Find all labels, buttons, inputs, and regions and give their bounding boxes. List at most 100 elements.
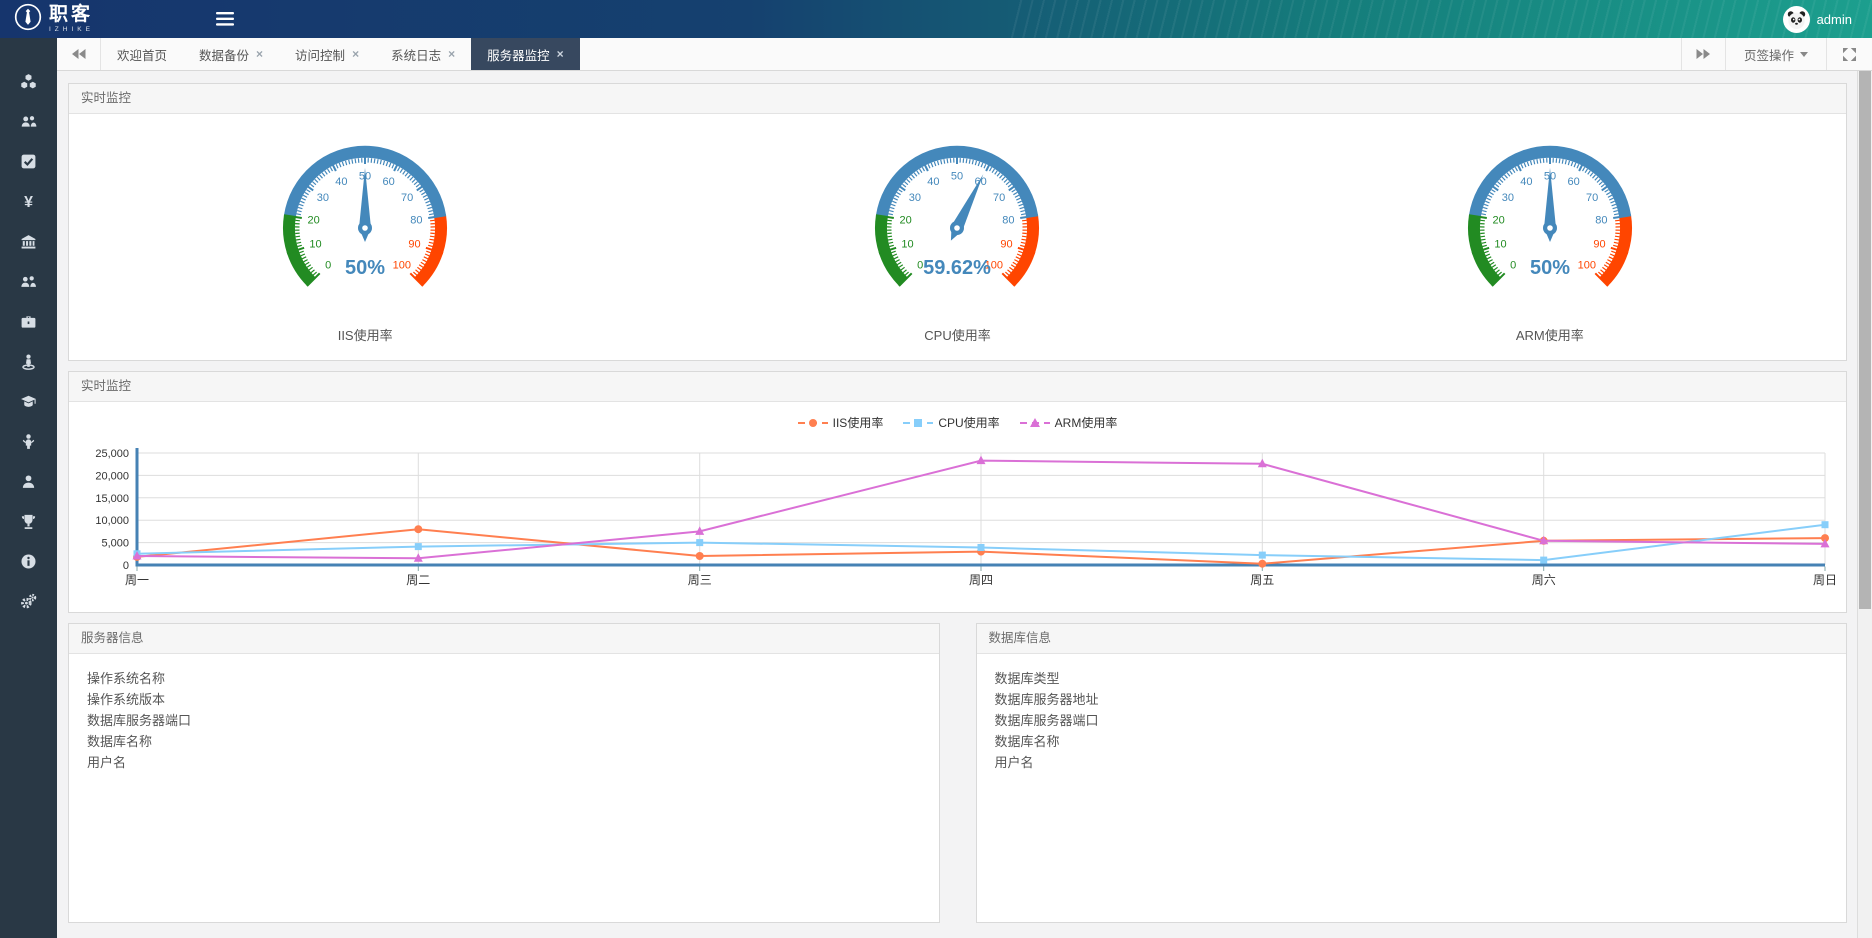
gauge-chart: 010203040506070809010050% [1425, 128, 1675, 296]
legend-label: ARM使用率 [1055, 414, 1118, 431]
svg-text:20: 20 [900, 214, 912, 226]
svg-text:100: 100 [1577, 259, 1595, 271]
svg-text:90: 90 [1001, 239, 1013, 251]
tab-close-icon[interactable]: × [557, 48, 564, 60]
sidebar-item-trophy[interactable] [0, 504, 57, 544]
yen-icon: ¥ [20, 193, 37, 215]
server-info-panel: 服务器信息 操作系统名称操作系统版本数据库服务器端口数据库名称用户名 [68, 623, 940, 923]
svg-text:60: 60 [1567, 176, 1579, 188]
tabs-scroll-right-button[interactable] [1681, 38, 1725, 70]
tab-数据备份[interactable]: 数据备份 × [183, 38, 279, 70]
sidebar-item-street-view[interactable] [0, 344, 57, 384]
svg-text:5,000: 5,000 [101, 538, 129, 550]
tab-label: 访问控制 [295, 45, 345, 64]
sidebar-item-check-square[interactable] [0, 144, 57, 184]
sidebar: ¥ [0, 38, 57, 938]
server-info-list: 操作系统名称操作系统版本数据库服务器端口数据库名称用户名 [69, 654, 939, 787]
db-info-item: 用户名 [995, 752, 1829, 773]
tab-label: 系统日志 [391, 45, 441, 64]
vertical-scrollbar[interactable] [1857, 71, 1872, 938]
gauge-title: IIS使用率 [69, 325, 661, 344]
gauge-panel: 实时监控 010203040506070809010050%IIS使用率0102… [68, 83, 1847, 361]
sidebar-item-yen[interactable]: ¥ [0, 184, 57, 224]
cubes-icon [20, 73, 37, 95]
tab-访问控制[interactable]: 访问控制 × [279, 38, 375, 70]
tab-label: 数据备份 [199, 45, 249, 64]
sidebar-item-briefcase[interactable] [0, 304, 57, 344]
gauge-ARM使用率: 010203040506070809010050%ARM使用率 [1254, 128, 1846, 352]
legend-label: IIS使用率 [833, 414, 884, 431]
hamburger-icon[interactable] [205, 0, 245, 38]
sidebar-item-users[interactable] [0, 104, 57, 144]
sidebar-item-child[interactable] [0, 424, 57, 464]
svg-text:周三: 周三 [687, 573, 711, 587]
graduation-cap-icon [20, 393, 37, 415]
sidebar-item-bank[interactable] [0, 224, 57, 264]
sidebar-item-info[interactable] [0, 544, 57, 584]
sidebar-item-cubes[interactable] [0, 64, 57, 104]
svg-text:10,000: 10,000 [95, 515, 129, 527]
sidebar-item-graduation-cap[interactable] [0, 384, 57, 424]
logo-title: 职客 [49, 5, 94, 24]
svg-text:50: 50 [951, 171, 963, 183]
svg-text:周六: 周六 [1531, 573, 1555, 587]
user-avatar [1783, 6, 1810, 33]
tab-服务器监控[interactable]: 服务器监控 × [471, 38, 580, 70]
legend-marker-icon [903, 417, 933, 429]
db-info-item: 数据库类型 [995, 668, 1829, 689]
info-icon [20, 553, 37, 575]
fullscreen-button[interactable] [1826, 38, 1872, 70]
svg-text:0: 0 [1510, 259, 1516, 271]
svg-text:30: 30 [1502, 192, 1514, 204]
svg-text:周二: 周二 [406, 573, 430, 587]
svg-text:周日: 周日 [1812, 573, 1836, 587]
svg-text:40: 40 [335, 176, 347, 188]
user-menu[interactable]: admin [1783, 6, 1872, 33]
scrollbar-thumb[interactable] [1859, 71, 1871, 609]
tabbar: 欢迎首页数据备份 × 访问控制 × 系统日志 × 服务器监控 × 页签操作 [57, 38, 1872, 71]
top-navbar: 职客 IZHIKE admin [0, 0, 1872, 38]
svg-text:0: 0 [325, 259, 331, 271]
tab-operations-dropdown[interactable]: 页签操作 [1725, 38, 1826, 70]
tab-close-icon[interactable]: × [256, 48, 263, 60]
svg-text:¥: ¥ [24, 194, 33, 210]
sidebar-item-gears[interactable] [0, 584, 57, 624]
sidebar-item-user-group[interactable] [0, 264, 57, 304]
gauge-panel-title: 实时监控 [69, 84, 1846, 114]
tabs-scroll-left-button[interactable] [57, 38, 101, 70]
tab-close-icon[interactable]: × [352, 48, 359, 60]
svg-text:70: 70 [1586, 192, 1598, 204]
briefcase-icon [20, 313, 37, 335]
gauge-CPU使用率: 010203040506070809010059.62%CPU使用率 [661, 128, 1253, 352]
server-info-item: 操作系统名称 [87, 668, 921, 689]
svg-text:80: 80 [1595, 214, 1607, 226]
legend-label: CPU使用率 [938, 414, 999, 431]
app-logo[interactable]: 职客 IZHIKE [0, 3, 190, 36]
legend-item-ARM使用率[interactable]: ARM使用率 [1020, 414, 1118, 431]
tab-欢迎首页[interactable]: 欢迎首页 [101, 38, 183, 70]
line-chart: 05,00010,00015,00020,00025,000周一周二周三周四周五… [73, 443, 1842, 606]
gauge-chart: 010203040506070809010050% [240, 128, 490, 296]
legend-item-IIS使用率[interactable]: IIS使用率 [798, 414, 884, 431]
svg-text:10: 10 [1494, 239, 1506, 251]
server-info-item: 用户名 [87, 752, 921, 773]
gears-icon [20, 593, 37, 615]
tab-close-icon[interactable]: × [448, 48, 455, 60]
svg-text:50%: 50% [1530, 257, 1570, 279]
tab-系统日志[interactable]: 系统日志 × [375, 38, 471, 70]
tab-label: 服务器监控 [487, 45, 550, 64]
server-info-item: 数据库服务器端口 [87, 710, 921, 731]
svg-text:50%: 50% [345, 257, 385, 279]
sidebar-item-user[interactable] [0, 464, 57, 504]
tab-list: 欢迎首页数据备份 × 访问控制 × 系统日志 × 服务器监控 × [101, 38, 580, 70]
logo-subtitle: IZHIKE [49, 27, 94, 34]
svg-text:20: 20 [1492, 214, 1504, 226]
username-label: admin [1817, 12, 1852, 27]
server-info-item: 操作系统版本 [87, 689, 921, 710]
legend-item-CPU使用率[interactable]: CPU使用率 [903, 414, 999, 431]
svg-text:70: 70 [401, 192, 413, 204]
svg-text:10: 10 [310, 239, 322, 251]
gauge-title: ARM使用率 [1254, 325, 1846, 344]
db-info-item: 数据库名称 [995, 731, 1829, 752]
server-info-title: 服务器信息 [69, 624, 939, 654]
